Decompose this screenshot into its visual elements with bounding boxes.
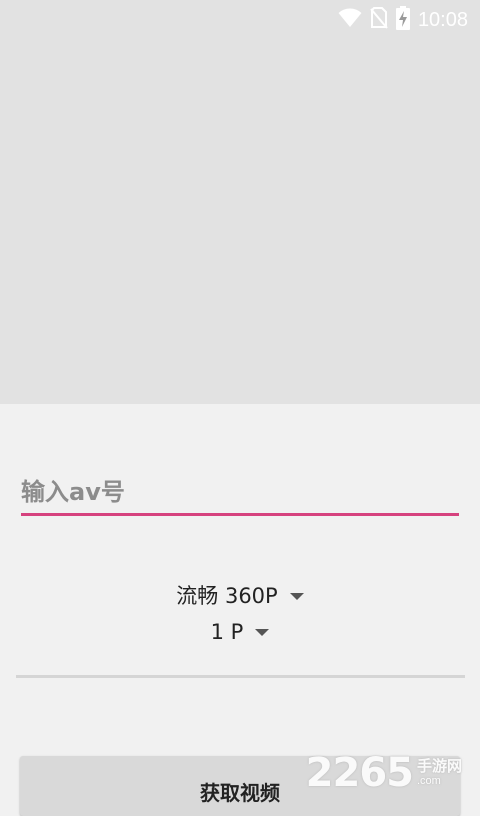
no-sim-icon bbox=[370, 7, 388, 33]
quality-spinner[interactable]: 流畅 360P bbox=[0, 583, 480, 609]
divider bbox=[16, 675, 465, 678]
dropdown-arrow-icon bbox=[289, 592, 304, 600]
video-preview-area bbox=[0, 0, 480, 404]
part-spinner-value: 1 P bbox=[210, 620, 244, 644]
av-number-input[interactable] bbox=[21, 470, 459, 513]
status-time: 10:08 bbox=[417, 9, 468, 31]
status-icons: 10:08 bbox=[338, 6, 468, 34]
part-spinner[interactable]: 1 P bbox=[0, 619, 480, 645]
dropdown-arrow-icon bbox=[255, 628, 270, 636]
quality-spinner-value: 流畅 360P bbox=[176, 584, 278, 608]
status-bar: 10:08 bbox=[0, 0, 480, 40]
battery-charging-icon bbox=[395, 6, 410, 34]
wifi-icon bbox=[338, 8, 362, 32]
get-video-button[interactable]: 获取视频 bbox=[20, 756, 460, 816]
av-input-container bbox=[21, 470, 459, 516]
